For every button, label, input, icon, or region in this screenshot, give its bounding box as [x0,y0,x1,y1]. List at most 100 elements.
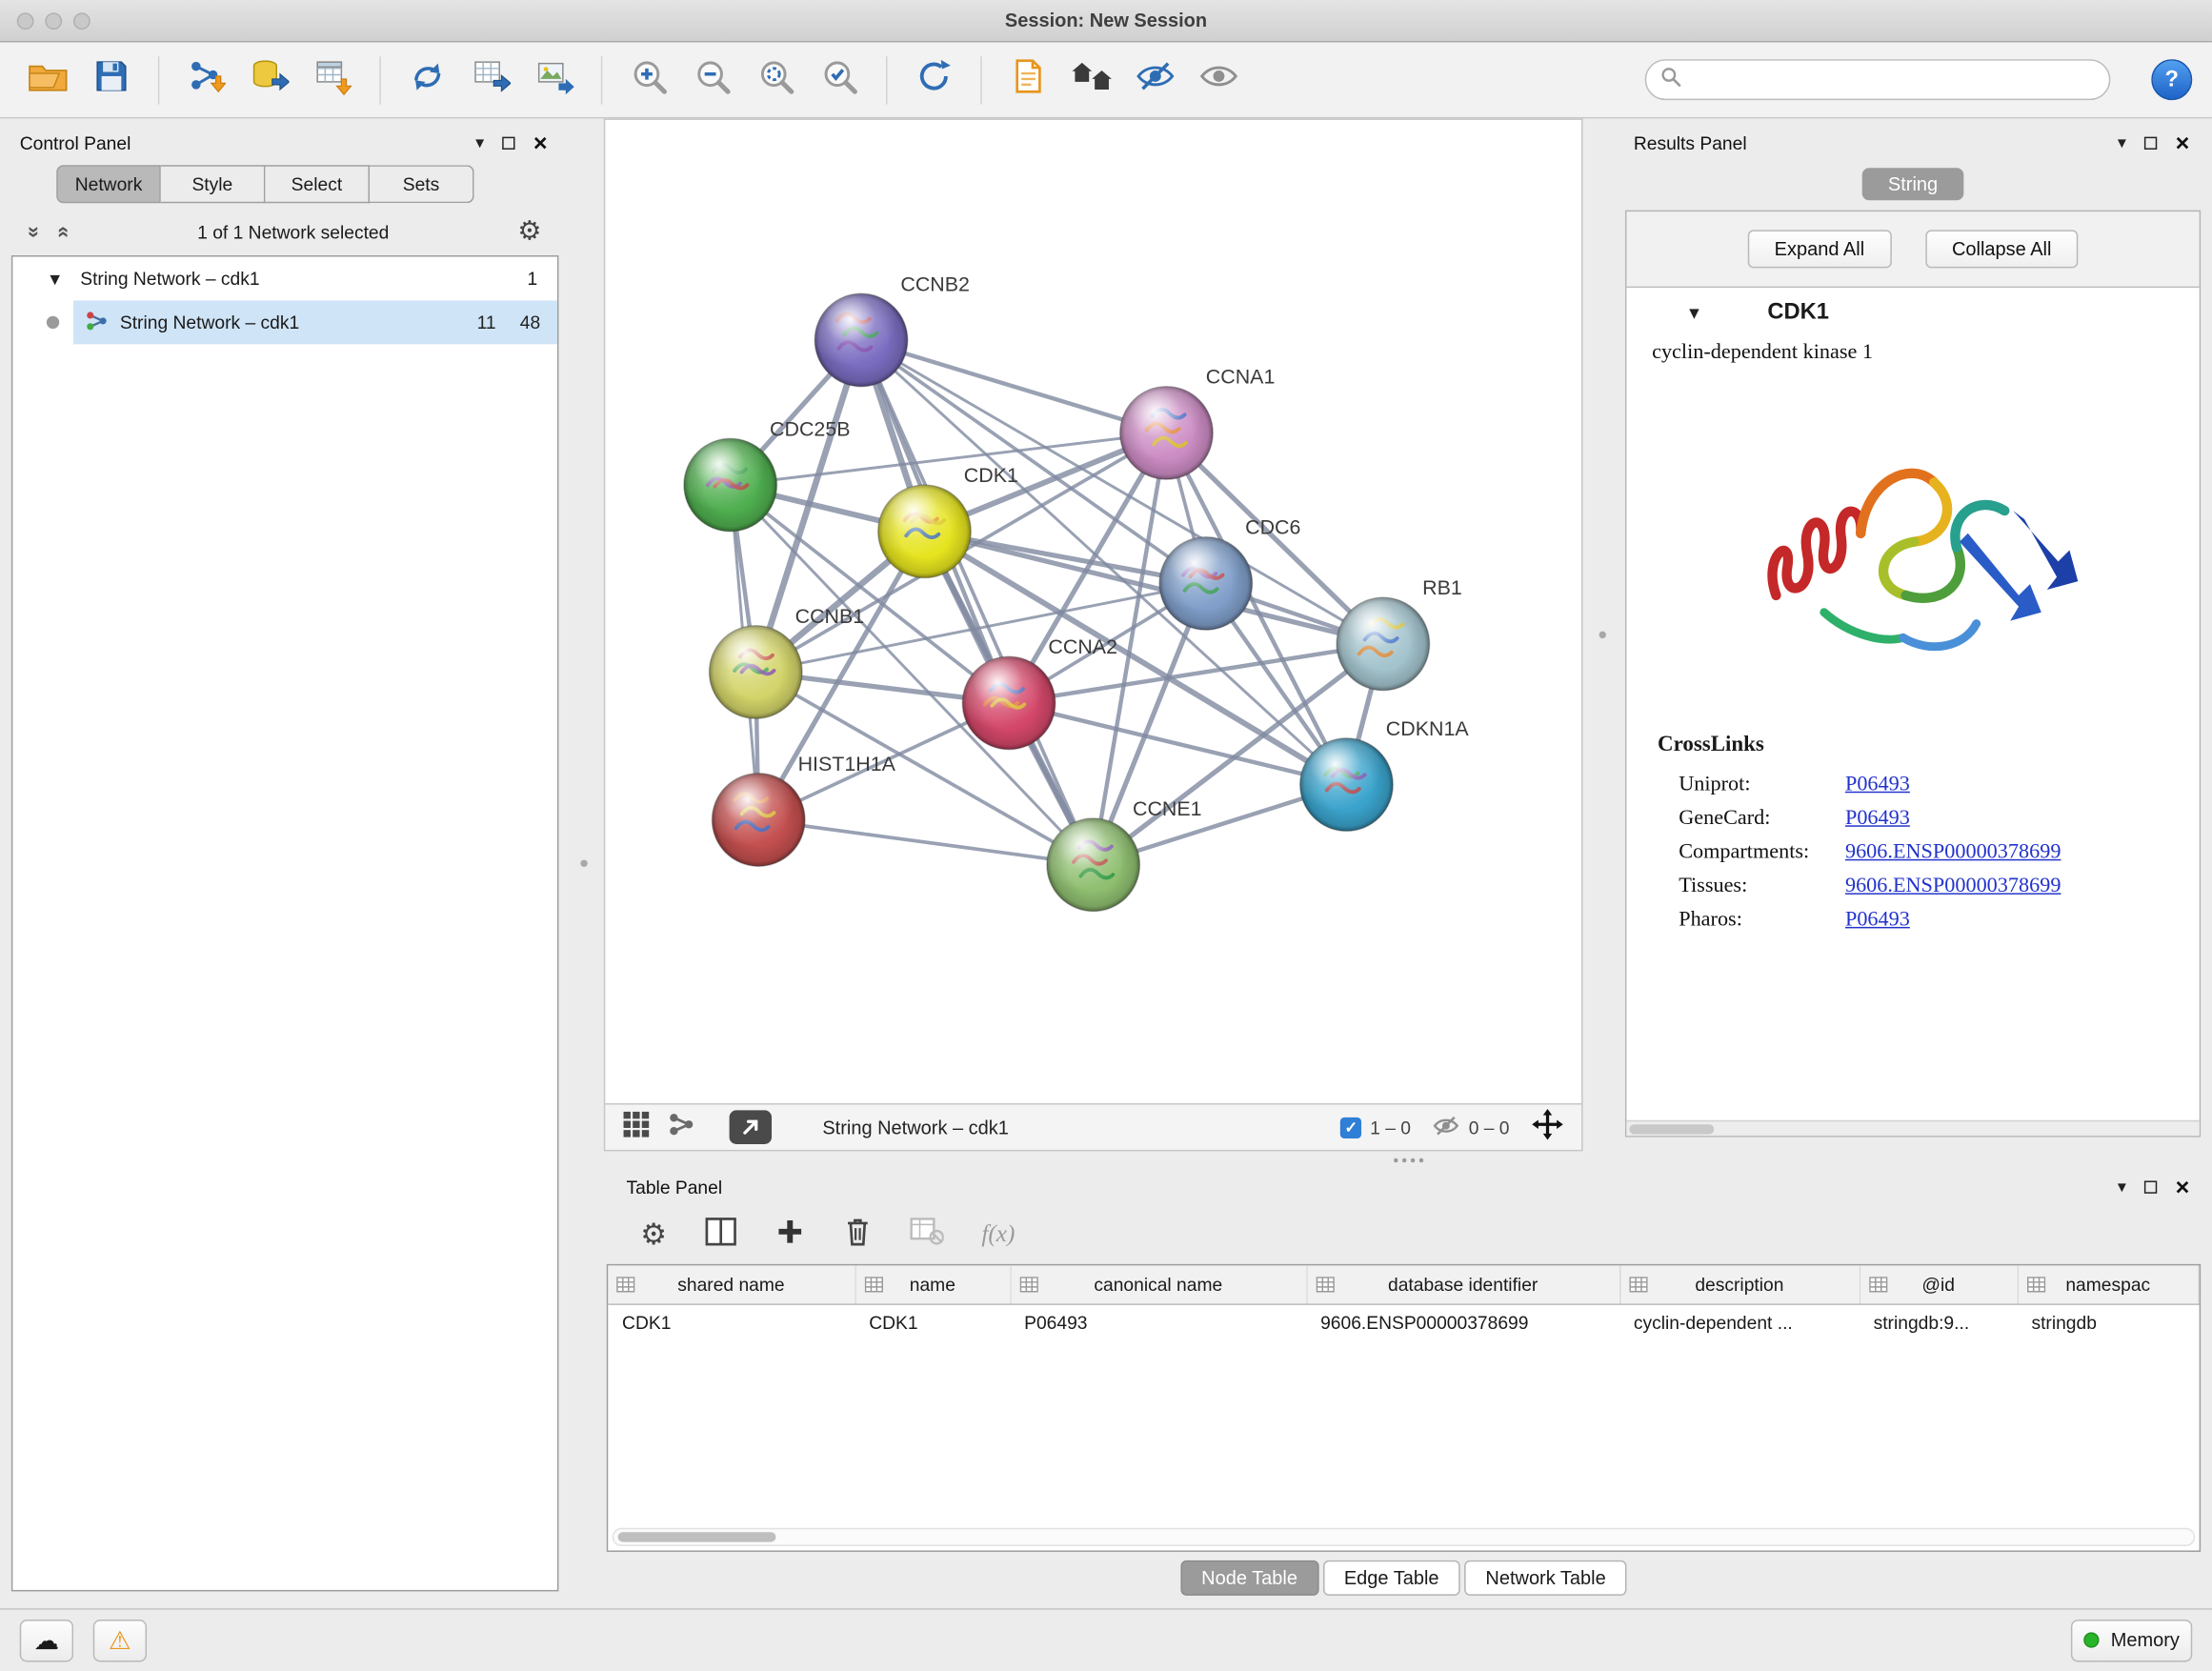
network-tree-child-row[interactable]: String Network – cdk1 11 48 [12,300,557,344]
window-zoom-button[interactable] [73,12,90,30]
tab-sets[interactable]: Sets [370,165,474,203]
network-node-CCNB2[interactable]: CCNB2 [814,272,970,386]
gear-icon[interactable]: ⚙ [517,218,541,245]
network-edge[interactable] [758,819,1093,864]
control-panel-menu-button[interactable]: ▾ [475,132,484,152]
home-button[interactable] [1064,50,1120,110]
results-panel-close-button[interactable]: × [2176,131,2190,154]
tab-network-table[interactable]: Network Table [1464,1560,1627,1595]
network-edge[interactable] [861,340,1094,865]
results-scrollbar[interactable] [1626,1120,2199,1136]
delete-column-icon[interactable] [843,1216,872,1254]
expand-all-icon[interactable]: » [50,226,74,237]
network-tree-root-row[interactable]: ▼ String Network – cdk1 1 [12,257,557,301]
show-all-button[interactable] [1191,50,1247,110]
collapse-all-icon[interactable]: » [22,226,46,237]
tab-node-table[interactable]: Node Table [1180,1560,1318,1595]
expand-all-button[interactable]: Expand All [1748,230,1892,268]
collapse-all-button[interactable]: Collapse All [1925,230,2079,268]
column-header[interactable]: @id [1860,1265,2018,1303]
table-panel-float-button[interactable] [2144,1180,2157,1193]
zoom-in-button[interactable] [621,50,677,110]
results-panel-menu-button[interactable]: ▾ [2118,132,2126,152]
network-node-CCNA1[interactable]: CCNA1 [1120,366,1276,479]
checkbox-icon[interactable]: ✓ [1340,1117,1361,1137]
save-session-button[interactable] [83,50,139,110]
zoom-out-button[interactable] [684,50,740,110]
import-network-database-button[interactable] [241,50,297,110]
zoom-fit-button[interactable] [748,50,804,110]
column-header[interactable]: namespac [2018,1265,2199,1303]
compartments-link[interactable]: 9606.ENSP00000378699 [1845,840,2061,864]
column-header[interactable]: canonical name [1010,1265,1306,1303]
tissues-link[interactable]: 9606.ENSP00000378699 [1845,874,2061,897]
tab-network[interactable]: Network [56,165,161,203]
table-horizontal-scrollbar[interactable] [613,1528,2196,1546]
control-panel-title: Control Panel [20,131,131,152]
gene-card-header[interactable]: ▼ CDK1 [1626,288,2199,338]
network-node-CDK1[interactable]: CDK1 [878,464,1018,577]
network-node-CDKN1A[interactable]: CDKN1A [1300,717,1470,831]
column-header[interactable]: shared name [608,1265,855,1303]
left-splitter[interactable] [564,118,603,1608]
table-panel-splitter[interactable] [604,1151,2212,1168]
column-header[interactable]: description [1619,1265,1860,1303]
birds-eye-view-icon[interactable] [622,1110,651,1145]
network-node-RB1[interactable]: RB1 [1337,576,1462,690]
delete-table-icon[interactable] [910,1217,944,1252]
tab-style[interactable]: Style [161,165,266,203]
tab-select[interactable]: Select [265,165,370,203]
open-in-new-window-button[interactable] [730,1110,772,1144]
export-image-button[interactable] [526,50,582,110]
tree-collapse-icon[interactable]: ▼ [47,269,64,289]
column-header[interactable]: name [855,1265,1010,1303]
import-table-button[interactable] [305,50,361,110]
move-crosshair-icon[interactable] [1531,1107,1565,1148]
zoom-selected-button[interactable] [811,50,867,110]
new-network-button[interactable] [399,50,455,110]
right-splitter[interactable] [1583,118,1622,1151]
cloud-button[interactable]: ☁ [20,1619,73,1661]
columns-icon[interactable] [705,1217,736,1252]
hide-selected-button[interactable] [1127,50,1183,110]
refresh-button[interactable] [906,50,962,110]
control-panel-float-button[interactable] [502,136,514,149]
warnings-button[interactable]: ⚠ [93,1619,147,1661]
network-edge[interactable] [861,340,1166,433]
search-input[interactable] [1692,70,2096,91]
add-column-icon[interactable] [774,1216,806,1254]
network-node-CCNB1[interactable]: CCNB1 [710,605,865,718]
network-node-HIST1H1A[interactable]: HIST1H1A [713,753,896,866]
document-button[interactable] [1000,50,1056,110]
network-graph[interactable]: CCNB2 CCNA1 CDC25B CDK1 CDC6 [605,120,1581,1103]
pharos-link[interactable]: P06493 [1845,908,1910,932]
help-button[interactable]: ? [2151,59,2192,100]
table-tabs: Node Table Edge Table Network Table [607,1552,2201,1602]
protein-structure-image [1626,371,2199,720]
import-network-file-button[interactable] [178,50,234,110]
export-table-button[interactable] [463,50,519,110]
table-panel-close-button[interactable]: × [2176,1175,2190,1198]
network-node-CDC6[interactable]: CDC6 [1159,516,1300,630]
window-close-button[interactable] [17,12,34,30]
column-header[interactable]: database identifier [1306,1265,1619,1303]
tab-edge-table[interactable]: Edge Table [1323,1560,1460,1595]
folder-open-icon [27,58,69,102]
memory-button[interactable]: Memory [2071,1619,2192,1661]
table-settings-gear-icon[interactable]: ⚙ [640,1219,667,1249]
results-panel-float-button[interactable] [2144,136,2157,149]
network-canvas[interactable]: CCNB2 CCNA1 CDC25B CDK1 CDC6 [604,118,1583,1103]
search-box[interactable] [1645,59,2111,100]
uniprot-link[interactable]: P06493 [1845,773,1910,796]
table-panel-menu-button[interactable]: ▾ [2118,1177,2126,1197]
selected-network-row[interactable]: String Network – cdk1 11 48 [73,300,557,344]
control-panel-close-button[interactable]: × [533,131,548,154]
table-row[interactable]: CDK1 CDK1 P06493 9606.ENSP00000378699 cy… [608,1303,2199,1341]
network-share-icon[interactable] [667,1110,695,1145]
open-session-button[interactable] [20,50,76,110]
window-minimize-button[interactable] [45,12,62,30]
genecard-link[interactable]: P06493 [1845,806,1910,830]
gene-collapse-icon[interactable]: ▼ [1686,303,1703,324]
tab-string[interactable]: String [1862,168,1963,200]
function-builder-icon[interactable]: f(x) [981,1220,1015,1249]
